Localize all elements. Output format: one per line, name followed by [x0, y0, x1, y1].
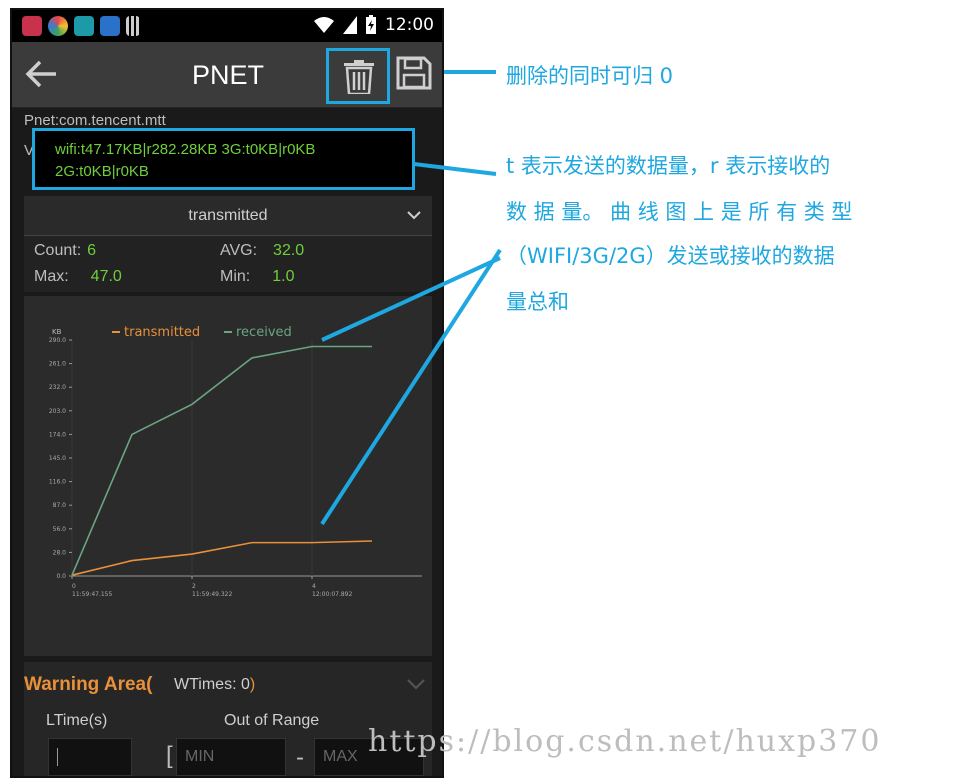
y-tick-label: 232.0 [49, 384, 66, 391]
trash-icon [344, 60, 374, 94]
settings-app-icon [74, 16, 94, 36]
ltime-input[interactable] [48, 738, 132, 776]
traffic-value-line-2: 2G:t0KB|r0KB [55, 163, 149, 180]
y-tick-label: 145.0 [49, 455, 66, 462]
status-bar: 12:00 [12, 10, 442, 42]
app-notification-icon [22, 16, 42, 36]
stats-panel: Count: 6 AVG: 32.0 Max: 47.0 Min: 1.0 [24, 236, 432, 292]
traffic-value-line-1: wifi:t47.17KB|r282.28KB 3G:t0KB|r0KB [55, 141, 316, 158]
traffic-value-box: wifi:t47.17KB|r282.28KB 3G:t0KB|r0KB 2G:… [32, 128, 415, 190]
storage-icon [126, 16, 140, 36]
warning-area: Warning Area( WTimes: 0) LTime(s) Out of… [24, 662, 432, 776]
y-tick-label: 203.0 [49, 408, 66, 415]
series-select-value: transmitted [188, 207, 268, 224]
warning-times: WTimes: 0) [174, 676, 256, 693]
y-tick-label: 174.0 [49, 431, 66, 438]
x-tick-label: 4 [312, 583, 316, 590]
legend-label: received [236, 325, 292, 340]
app-bar: PNET [12, 42, 442, 108]
back-arrow-icon[interactable] [24, 56, 60, 92]
package-name: Pnet:com.tencent.mtt [24, 112, 166, 129]
series-select[interactable]: transmitted [24, 196, 432, 236]
app-title: PNET [192, 60, 265, 90]
watermark: https://blog.csdn.net/huxp370 [368, 724, 882, 759]
chevron-down-icon [407, 211, 421, 220]
save-icon[interactable] [396, 56, 432, 90]
x-tick-time: 11:59:47.155 [72, 591, 112, 598]
annotation-desc-2: 数 据 量。 曲 线 图 上 是 所 有 类 型 [506, 200, 853, 224]
legend-label: transmitted [124, 325, 200, 340]
phone-screen: 12:00 PNET Pnet:com.tencent.mtt Val: wif… [10, 8, 444, 778]
signal-icon [343, 16, 357, 34]
stat-avg: AVG: 32.0 [220, 242, 305, 259]
stat-max: Max: 47.0 [34, 268, 122, 285]
clock: 12:00 [385, 15, 434, 35]
y-tick-label: 87.0 [53, 502, 67, 509]
annotation-desc-1: t 表示发送的数据量，r 表示接收的 [506, 154, 831, 178]
y-tick-label: 116.0 [49, 479, 66, 486]
sync-icon [48, 16, 68, 36]
delete-button[interactable] [326, 48, 390, 104]
ltime-label: LTime(s) [46, 712, 108, 729]
x-tick-time: 12:00:07.892 [312, 591, 352, 598]
warning-title: Warning Area( [24, 674, 153, 695]
stat-min: Min: 1.0 [220, 268, 295, 285]
wifi-icon [314, 17, 334, 33]
range-dash: - [296, 744, 304, 771]
stat-count: Count: 6 [34, 242, 97, 259]
y-tick-label: 28.0 [53, 549, 67, 556]
x-tick-label: 2 [192, 583, 196, 590]
x-tick-time: 11:59:49.322 [192, 591, 232, 598]
battery-icon [366, 15, 376, 34]
x-tick-label: 0 [72, 583, 76, 590]
series-line-transmitted [71, 540, 373, 576]
y-tick-label: 56.0 [53, 526, 67, 533]
min-input[interactable]: MIN [176, 738, 286, 776]
y-tick-label: 0.0 [56, 573, 66, 580]
annotation-desc-3: （WIFI/3G/2G）发送或接收的数据 [506, 244, 835, 268]
annotation-delete: 删除的同时可归 0 [506, 64, 674, 88]
open-bracket: [ [166, 742, 173, 769]
y-unit-label: KB [52, 328, 62, 336]
traffic-chart: KB transmitted received 0.0 28.0 56.0 87.0 11… [24, 296, 432, 656]
series-line-received [71, 345, 372, 576]
out-of-range-label: Out of Range [224, 712, 320, 729]
browser-app-icon [100, 16, 120, 36]
y-tick-label: 290.0 [49, 337, 66, 344]
y-tick-label: 261.0 [49, 361, 66, 368]
chevron-down-icon[interactable] [406, 678, 426, 692]
annotation-desc-4: 量总和 [506, 290, 569, 314]
traffic-line-chart: KB transmitted received 0.0 28.0 56.0 87.0 11… [49, 325, 422, 598]
